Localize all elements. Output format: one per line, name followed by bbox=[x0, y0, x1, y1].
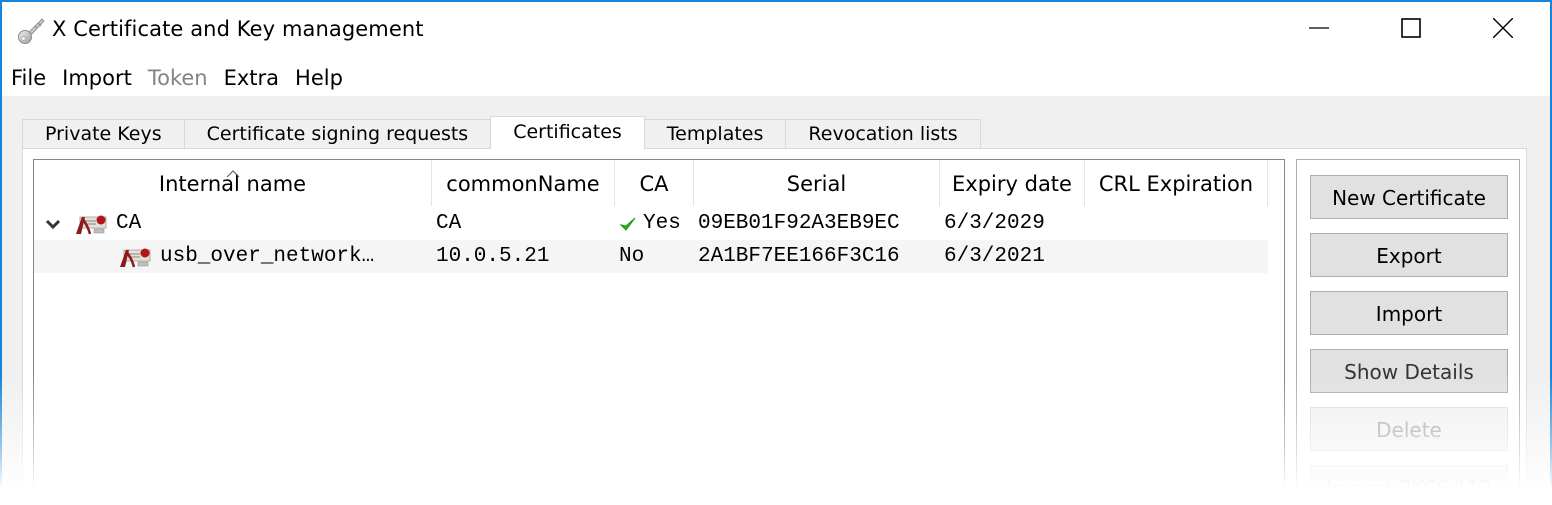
table-header: Internal name commonName CA Serial Expir… bbox=[34, 160, 1268, 206]
new-certificate-button[interactable]: New Certificate bbox=[1310, 175, 1508, 219]
tab-csr[interactable]: Certificate signing requests bbox=[183, 119, 492, 149]
cell-serial: 2A1BF7EE166F3C16 bbox=[698, 245, 900, 268]
column-common-name[interactable]: commonName bbox=[432, 160, 615, 206]
ca-value: Yes bbox=[643, 212, 681, 235]
key-icon bbox=[16, 16, 46, 46]
close-button[interactable] bbox=[1480, 10, 1526, 50]
menu-bar: File Import Token Extra Help bbox=[2, 60, 1550, 96]
minimize-icon bbox=[1309, 18, 1329, 42]
certificate-tree[interactable]: Internal name commonName CA Serial Expir… bbox=[33, 159, 1285, 505]
title-bar[interactable]: X Certificate and Key management bbox=[2, 2, 1550, 60]
cell-expiry-date: 6/3/2029 bbox=[944, 212, 1045, 235]
cell-expiry-date: 6/3/2021 bbox=[944, 245, 1045, 268]
certificate-icon bbox=[72, 212, 110, 236]
menu-help[interactable]: Help bbox=[287, 60, 351, 96]
cell-ca: No bbox=[615, 240, 694, 273]
cell-common-name: 10.0.5.21 bbox=[436, 245, 550, 268]
column-label: CA bbox=[639, 172, 669, 196]
maximize-icon bbox=[1401, 18, 1421, 42]
column-ca[interactable]: CA bbox=[615, 160, 694, 206]
column-label: Expiry date bbox=[952, 172, 1072, 196]
table-row[interactable]: CA CA Yes 09EB01F92A3EB9EC 6/3/2029 bbox=[34, 207, 1268, 240]
cell-crl-expiration bbox=[1085, 207, 1268, 240]
column-crl-expiration[interactable]: CRL Expiration bbox=[1085, 160, 1268, 206]
tab-templates[interactable]: Templates bbox=[643, 119, 787, 149]
show-details-button[interactable]: Show Details bbox=[1310, 349, 1508, 393]
client-area: Private Keys Certificate signing request… bbox=[2, 96, 1550, 505]
table-row[interactable]: usb_over_network… 10.0.5.21 No 2A1BF7EE1… bbox=[34, 240, 1268, 273]
cell-internal-name: usb_over_network… bbox=[34, 240, 432, 273]
cell-crl-expiration bbox=[1085, 240, 1268, 273]
cell-ca: Yes bbox=[615, 207, 694, 240]
export-button[interactable]: Export bbox=[1310, 233, 1508, 277]
cell-internal-name: CA bbox=[34, 207, 432, 240]
cell-serial: 09EB01F92A3EB9EC bbox=[698, 212, 900, 235]
tab-certificates[interactable]: Certificates bbox=[490, 116, 645, 149]
menu-file[interactable]: File bbox=[2, 60, 54, 96]
ca-value: No bbox=[619, 245, 645, 268]
tab-bar: Private Keys Certificate signing request… bbox=[22, 116, 981, 149]
column-expiry-date[interactable]: Expiry date bbox=[940, 160, 1085, 206]
tab-revocation-lists[interactable]: Revocation lists bbox=[785, 119, 981, 149]
column-label: commonName bbox=[446, 172, 600, 196]
delete-button: Delete bbox=[1310, 407, 1508, 451]
menu-extra[interactable]: Extra bbox=[216, 60, 287, 96]
window-title: X Certificate and Key management bbox=[52, 17, 424, 41]
sort-ascending-icon bbox=[226, 160, 240, 178]
import-pkcs12-button: Import PKCS#12 bbox=[1310, 465, 1508, 505]
internal-name: CA bbox=[116, 212, 142, 235]
column-label: Serial bbox=[786, 172, 847, 196]
import-button[interactable]: Import bbox=[1310, 291, 1508, 335]
column-label: CRL Expiration bbox=[1098, 172, 1254, 196]
certificate-icon bbox=[116, 245, 154, 269]
menu-import[interactable]: Import bbox=[54, 60, 140, 96]
tab-private-keys[interactable]: Private Keys bbox=[22, 119, 185, 149]
maximize-button[interactable] bbox=[1388, 10, 1434, 50]
cell-common-name: CA bbox=[436, 212, 462, 235]
close-icon bbox=[1492, 17, 1514, 42]
app-window: X Certificate and Key management File Im… bbox=[0, 0, 1552, 505]
check-icon bbox=[619, 215, 637, 233]
chevron-down-icon[interactable] bbox=[42, 207, 64, 240]
minimize-button[interactable] bbox=[1296, 10, 1342, 50]
column-internal-name[interactable]: Internal name bbox=[34, 160, 432, 206]
action-panel: New Certificate Export Import Show Detai… bbox=[1296, 159, 1520, 505]
certificates-pane: Internal name commonName CA Serial Expir… bbox=[22, 148, 1527, 505]
internal-name: usb_over_network… bbox=[160, 245, 375, 268]
menu-token: Token bbox=[147, 66, 208, 90]
column-serial[interactable]: Serial bbox=[694, 160, 940, 206]
